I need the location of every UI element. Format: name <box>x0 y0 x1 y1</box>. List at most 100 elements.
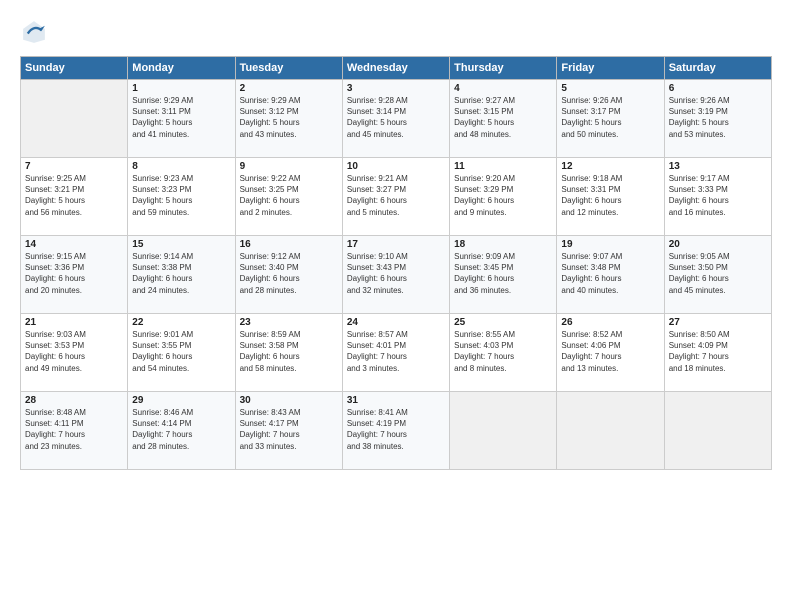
day-number: 15 <box>132 239 230 250</box>
day-cell: 24Sunrise: 8:57 AMSunset: 4:01 PMDayligh… <box>342 314 449 392</box>
day-cell: 23Sunrise: 8:59 AMSunset: 3:58 PMDayligh… <box>235 314 342 392</box>
day-cell: 7Sunrise: 9:25 AMSunset: 3:21 PMDaylight… <box>21 158 128 236</box>
day-cell: 1Sunrise: 9:29 AMSunset: 3:11 PMDaylight… <box>128 80 235 158</box>
day-info: Sunrise: 9:01 AMSunset: 3:55 PMDaylight:… <box>132 329 230 374</box>
day-number: 31 <box>347 395 445 406</box>
day-cell <box>557 392 664 470</box>
day-number: 4 <box>454 83 552 94</box>
header <box>20 18 772 46</box>
day-cell: 28Sunrise: 8:48 AMSunset: 4:11 PMDayligh… <box>21 392 128 470</box>
col-header-tuesday: Tuesday <box>235 57 342 80</box>
day-info: Sunrise: 9:03 AMSunset: 3:53 PMDaylight:… <box>25 329 123 374</box>
day-info: Sunrise: 9:17 AMSunset: 3:33 PMDaylight:… <box>669 173 767 218</box>
day-info: Sunrise: 9:29 AMSunset: 3:12 PMDaylight:… <box>240 95 338 140</box>
day-info: Sunrise: 9:10 AMSunset: 3:43 PMDaylight:… <box>347 251 445 296</box>
day-number: 25 <box>454 317 552 328</box>
day-info: Sunrise: 9:20 AMSunset: 3:29 PMDaylight:… <box>454 173 552 218</box>
day-info: Sunrise: 9:21 AMSunset: 3:27 PMDaylight:… <box>347 173 445 218</box>
day-number: 12 <box>561 161 659 172</box>
day-info: Sunrise: 9:22 AMSunset: 3:25 PMDaylight:… <box>240 173 338 218</box>
day-cell: 27Sunrise: 8:50 AMSunset: 4:09 PMDayligh… <box>664 314 771 392</box>
day-cell: 17Sunrise: 9:10 AMSunset: 3:43 PMDayligh… <box>342 236 449 314</box>
day-info: Sunrise: 9:27 AMSunset: 3:15 PMDaylight:… <box>454 95 552 140</box>
day-cell: 22Sunrise: 9:01 AMSunset: 3:55 PMDayligh… <box>128 314 235 392</box>
day-cell: 4Sunrise: 9:27 AMSunset: 3:15 PMDaylight… <box>450 80 557 158</box>
day-number: 11 <box>454 161 552 172</box>
day-info: Sunrise: 9:25 AMSunset: 3:21 PMDaylight:… <box>25 173 123 218</box>
day-number: 3 <box>347 83 445 94</box>
logo <box>20 18 52 46</box>
day-info: Sunrise: 9:18 AMSunset: 3:31 PMDaylight:… <box>561 173 659 218</box>
day-cell: 8Sunrise: 9:23 AMSunset: 3:23 PMDaylight… <box>128 158 235 236</box>
day-number: 6 <box>669 83 767 94</box>
day-number: 1 <box>132 83 230 94</box>
col-header-wednesday: Wednesday <box>342 57 449 80</box>
col-header-thursday: Thursday <box>450 57 557 80</box>
day-number: 9 <box>240 161 338 172</box>
day-info: Sunrise: 8:46 AMSunset: 4:14 PMDaylight:… <box>132 407 230 452</box>
day-info: Sunrise: 9:12 AMSunset: 3:40 PMDaylight:… <box>240 251 338 296</box>
day-info: Sunrise: 9:09 AMSunset: 3:45 PMDaylight:… <box>454 251 552 296</box>
day-number: 22 <box>132 317 230 328</box>
day-cell: 10Sunrise: 9:21 AMSunset: 3:27 PMDayligh… <box>342 158 449 236</box>
day-cell: 5Sunrise: 9:26 AMSunset: 3:17 PMDaylight… <box>557 80 664 158</box>
day-info: Sunrise: 8:55 AMSunset: 4:03 PMDaylight:… <box>454 329 552 374</box>
day-cell: 13Sunrise: 9:17 AMSunset: 3:33 PMDayligh… <box>664 158 771 236</box>
day-cell: 21Sunrise: 9:03 AMSunset: 3:53 PMDayligh… <box>21 314 128 392</box>
day-cell: 30Sunrise: 8:43 AMSunset: 4:17 PMDayligh… <box>235 392 342 470</box>
day-number: 2 <box>240 83 338 94</box>
col-header-friday: Friday <box>557 57 664 80</box>
day-number: 13 <box>669 161 767 172</box>
day-cell: 15Sunrise: 9:14 AMSunset: 3:38 PMDayligh… <box>128 236 235 314</box>
day-info: Sunrise: 8:57 AMSunset: 4:01 PMDaylight:… <box>347 329 445 374</box>
day-cell: 31Sunrise: 8:41 AMSunset: 4:19 PMDayligh… <box>342 392 449 470</box>
day-number: 17 <box>347 239 445 250</box>
day-cell <box>21 80 128 158</box>
day-info: Sunrise: 9:23 AMSunset: 3:23 PMDaylight:… <box>132 173 230 218</box>
day-cell: 26Sunrise: 8:52 AMSunset: 4:06 PMDayligh… <box>557 314 664 392</box>
day-info: Sunrise: 9:28 AMSunset: 3:14 PMDaylight:… <box>347 95 445 140</box>
day-info: Sunrise: 8:41 AMSunset: 4:19 PMDaylight:… <box>347 407 445 452</box>
day-number: 18 <box>454 239 552 250</box>
day-number: 27 <box>669 317 767 328</box>
week-row-1: 7Sunrise: 9:25 AMSunset: 3:21 PMDaylight… <box>21 158 772 236</box>
day-number: 29 <box>132 395 230 406</box>
day-cell: 3Sunrise: 9:28 AMSunset: 3:14 PMDaylight… <box>342 80 449 158</box>
logo-icon <box>20 18 48 46</box>
day-number: 5 <box>561 83 659 94</box>
day-number: 16 <box>240 239 338 250</box>
day-cell <box>664 392 771 470</box>
day-cell: 9Sunrise: 9:22 AMSunset: 3:25 PMDaylight… <box>235 158 342 236</box>
day-number: 28 <box>25 395 123 406</box>
day-cell <box>450 392 557 470</box>
day-info: Sunrise: 8:48 AMSunset: 4:11 PMDaylight:… <box>25 407 123 452</box>
day-cell: 14Sunrise: 9:15 AMSunset: 3:36 PMDayligh… <box>21 236 128 314</box>
col-header-sunday: Sunday <box>21 57 128 80</box>
day-info: Sunrise: 9:26 AMSunset: 3:17 PMDaylight:… <box>561 95 659 140</box>
day-cell: 25Sunrise: 8:55 AMSunset: 4:03 PMDayligh… <box>450 314 557 392</box>
day-cell: 16Sunrise: 9:12 AMSunset: 3:40 PMDayligh… <box>235 236 342 314</box>
day-number: 20 <box>669 239 767 250</box>
day-cell: 18Sunrise: 9:09 AMSunset: 3:45 PMDayligh… <box>450 236 557 314</box>
day-number: 23 <box>240 317 338 328</box>
col-header-monday: Monday <box>128 57 235 80</box>
day-info: Sunrise: 9:26 AMSunset: 3:19 PMDaylight:… <box>669 95 767 140</box>
day-number: 21 <box>25 317 123 328</box>
day-number: 24 <box>347 317 445 328</box>
day-number: 8 <box>132 161 230 172</box>
day-info: Sunrise: 9:07 AMSunset: 3:48 PMDaylight:… <box>561 251 659 296</box>
day-info: Sunrise: 8:52 AMSunset: 4:06 PMDaylight:… <box>561 329 659 374</box>
day-cell: 12Sunrise: 9:18 AMSunset: 3:31 PMDayligh… <box>557 158 664 236</box>
day-cell: 2Sunrise: 9:29 AMSunset: 3:12 PMDaylight… <box>235 80 342 158</box>
day-info: Sunrise: 9:05 AMSunset: 3:50 PMDaylight:… <box>669 251 767 296</box>
week-row-0: 1Sunrise: 9:29 AMSunset: 3:11 PMDaylight… <box>21 80 772 158</box>
day-number: 19 <box>561 239 659 250</box>
day-cell: 29Sunrise: 8:46 AMSunset: 4:14 PMDayligh… <box>128 392 235 470</box>
day-info: Sunrise: 8:59 AMSunset: 3:58 PMDaylight:… <box>240 329 338 374</box>
week-row-2: 14Sunrise: 9:15 AMSunset: 3:36 PMDayligh… <box>21 236 772 314</box>
day-info: Sunrise: 8:50 AMSunset: 4:09 PMDaylight:… <box>669 329 767 374</box>
page: SundayMondayTuesdayWednesdayThursdayFrid… <box>0 0 792 612</box>
day-cell: 6Sunrise: 9:26 AMSunset: 3:19 PMDaylight… <box>664 80 771 158</box>
day-number: 30 <box>240 395 338 406</box>
day-info: Sunrise: 9:29 AMSunset: 3:11 PMDaylight:… <box>132 95 230 140</box>
